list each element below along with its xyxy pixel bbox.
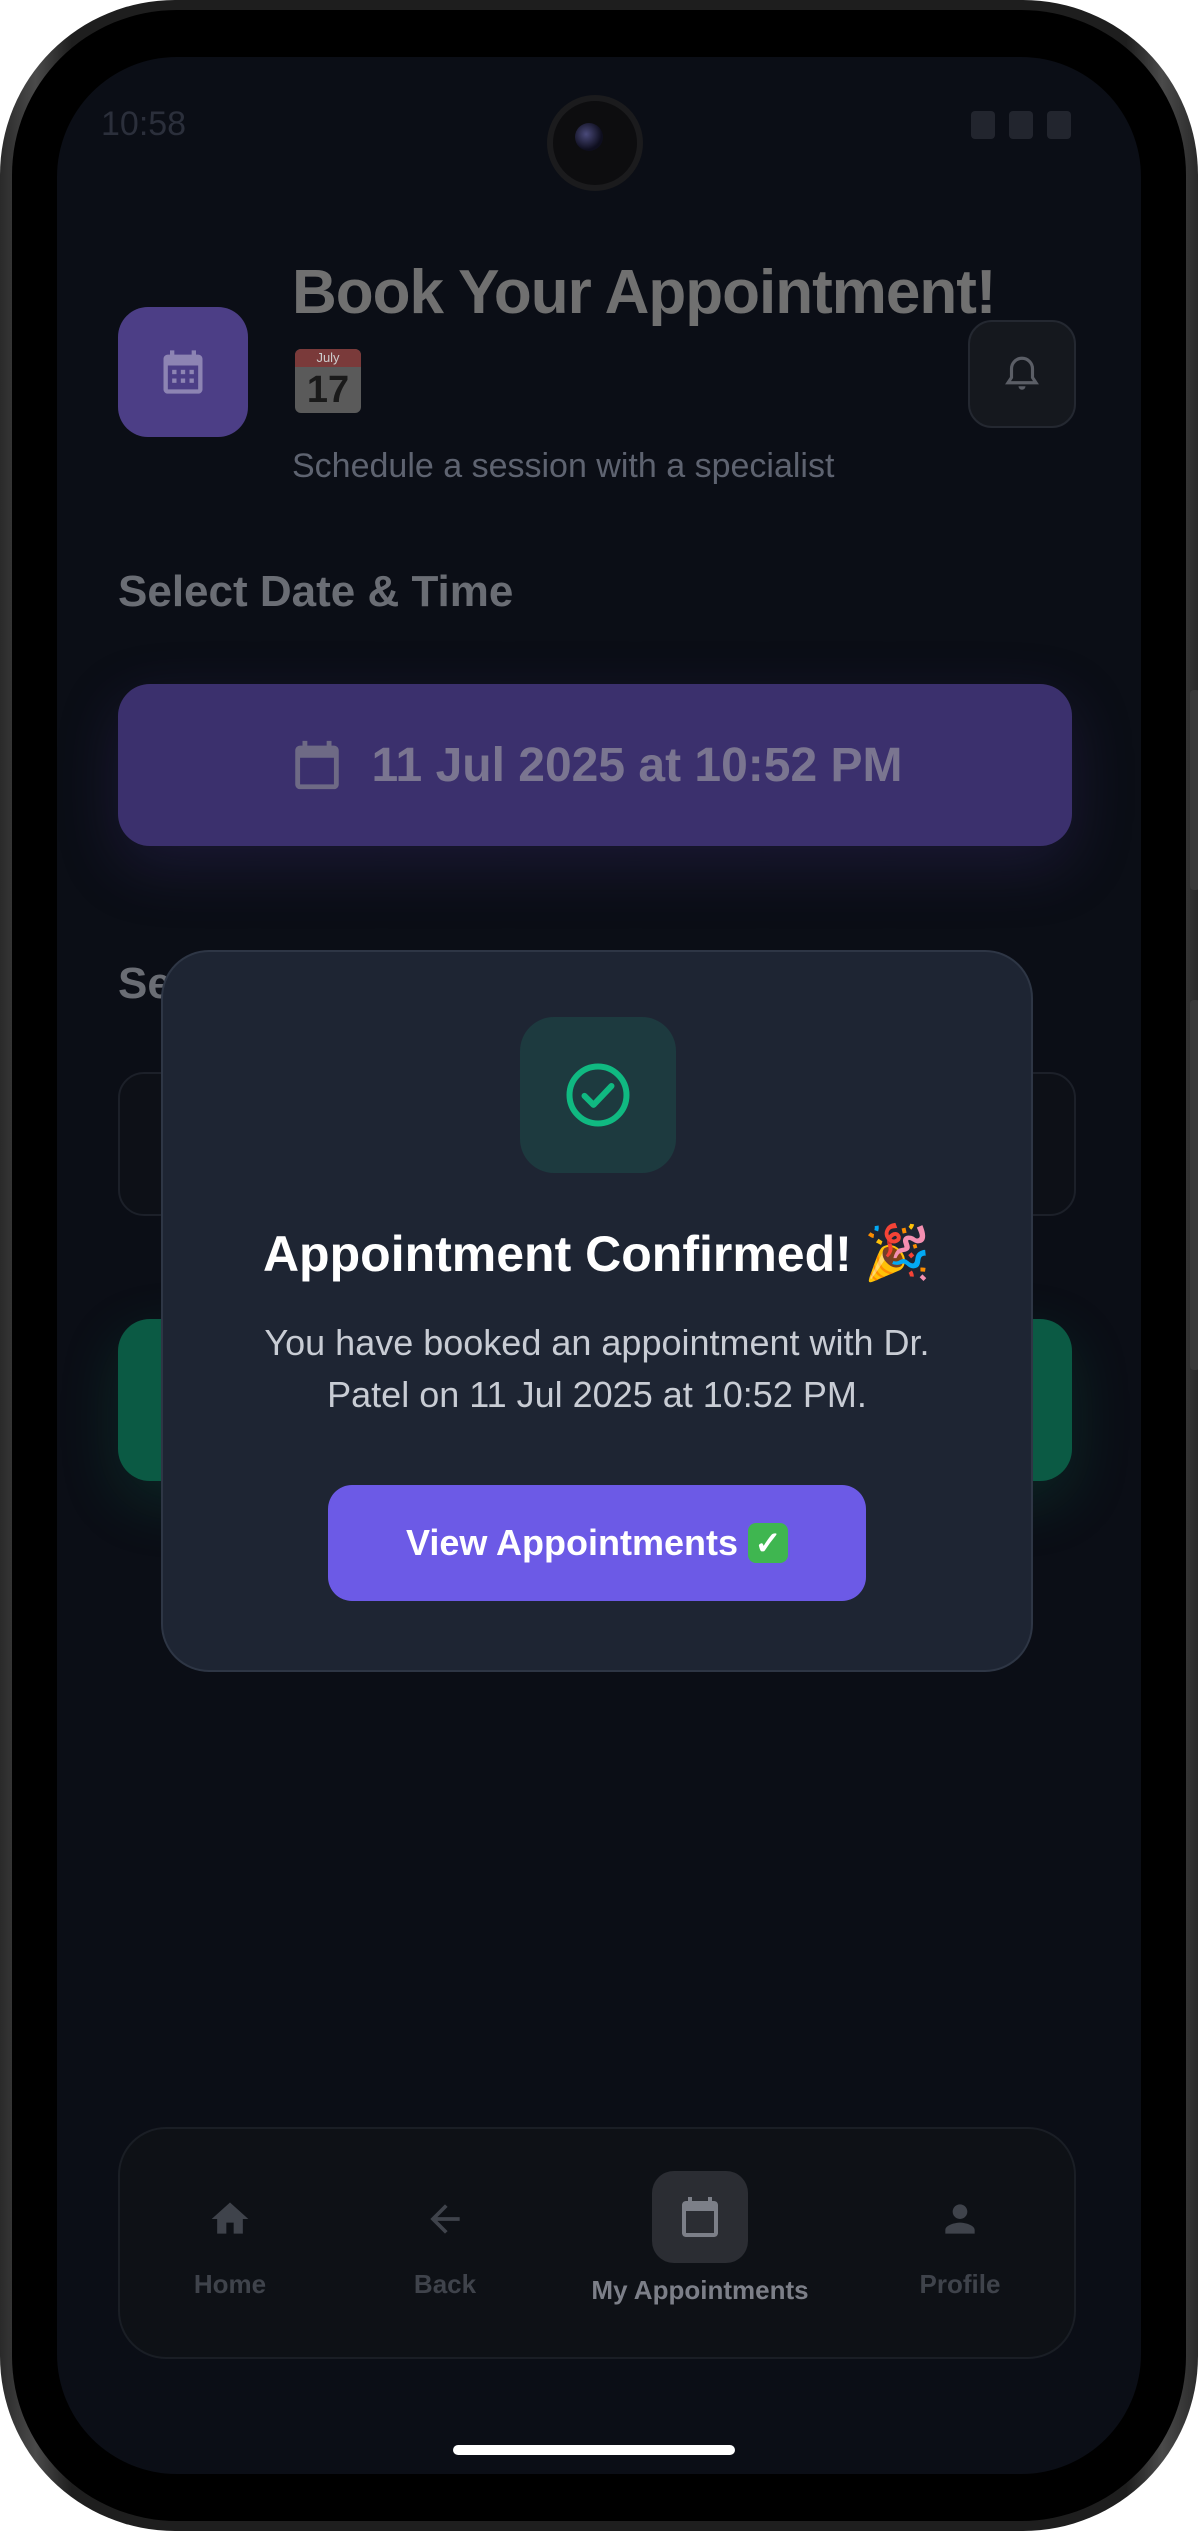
check-circle-icon (566, 1063, 630, 1127)
calendar-icon (163, 350, 203, 394)
status-time: 10:58 (101, 105, 187, 143)
calendar-emoji-month: July (295, 349, 361, 367)
confirmation-modal: Appointment Confirmed! 🎉 You have booked … (161, 950, 1033, 1672)
nav-item-my-appointments[interactable]: My Appointments (580, 2129, 820, 2357)
nav-label-my-appointments: My Appointments (591, 2275, 809, 2305)
header-calendar-badge (118, 307, 248, 437)
notifications-button[interactable] (968, 320, 1076, 428)
battery-icon (1047, 111, 1071, 139)
selected-date-time: 11 Jul 2025 at 10:52 PM (371, 738, 903, 792)
app-screen: 10:58 Book Your Appointment! July 17 Sch… (57, 57, 1141, 2474)
signal-icon (1009, 111, 1033, 139)
wifi-icon (971, 111, 995, 139)
bottom-navigation: Home Back My Appointments Profile (118, 2127, 1076, 2359)
volume-button (1190, 690, 1198, 890)
front-camera (547, 95, 643, 191)
arrow-left-icon (430, 2204, 460, 2234)
page-title: Book Your Appointment! (292, 258, 997, 327)
home-indicator[interactable] (453, 2445, 735, 2455)
calendar-icon (294, 740, 339, 790)
calendar-emoji-day: 17 (306, 369, 350, 411)
modal-title-text: Appointment Confirmed! (262, 1226, 852, 1282)
status-icons (971, 111, 1071, 139)
nav-label-profile: Profile (919, 2269, 1001, 2299)
check-mark-icon: ✓ (748, 1523, 789, 1563)
calendar-icon (682, 2197, 718, 2237)
nav-item-back[interactable]: Back (375, 2129, 515, 2357)
modal-message: You have booked an appointment with Dr. … (264, 1322, 930, 1415)
nav-item-home[interactable]: Home (160, 2129, 300, 2357)
date-time-picker-button[interactable]: 11 Jul 2025 at 10:52 PM (118, 684, 1072, 846)
person-icon (945, 2204, 975, 2234)
bell-icon (1005, 356, 1039, 390)
modal-title: Appointment Confirmed! 🎉 (163, 1222, 1031, 1285)
page-subtitle: Schedule a session with a specialist (292, 447, 835, 485)
view-appointments-label: View Appointments (405, 1522, 739, 1563)
nav-label-home: Home (193, 2269, 267, 2299)
nav-item-profile[interactable]: Profile (890, 2129, 1030, 2357)
home-icon (211, 2202, 249, 2234)
phone-frame: 10:58 Book Your Appointment! July 17 Sch… (0, 0, 1198, 2531)
power-button (1190, 1000, 1198, 1370)
date-time-section-label: Select Date & Time (118, 567, 514, 616)
party-popper-icon: 🎉 (863, 1223, 932, 1283)
nav-label-back: Back (413, 2269, 477, 2299)
success-badge (520, 1017, 676, 1173)
calendar-emoji-icon: July 17 (295, 349, 361, 413)
view-appointments-button[interactable]: View Appointments ✓ (328, 1485, 866, 1601)
